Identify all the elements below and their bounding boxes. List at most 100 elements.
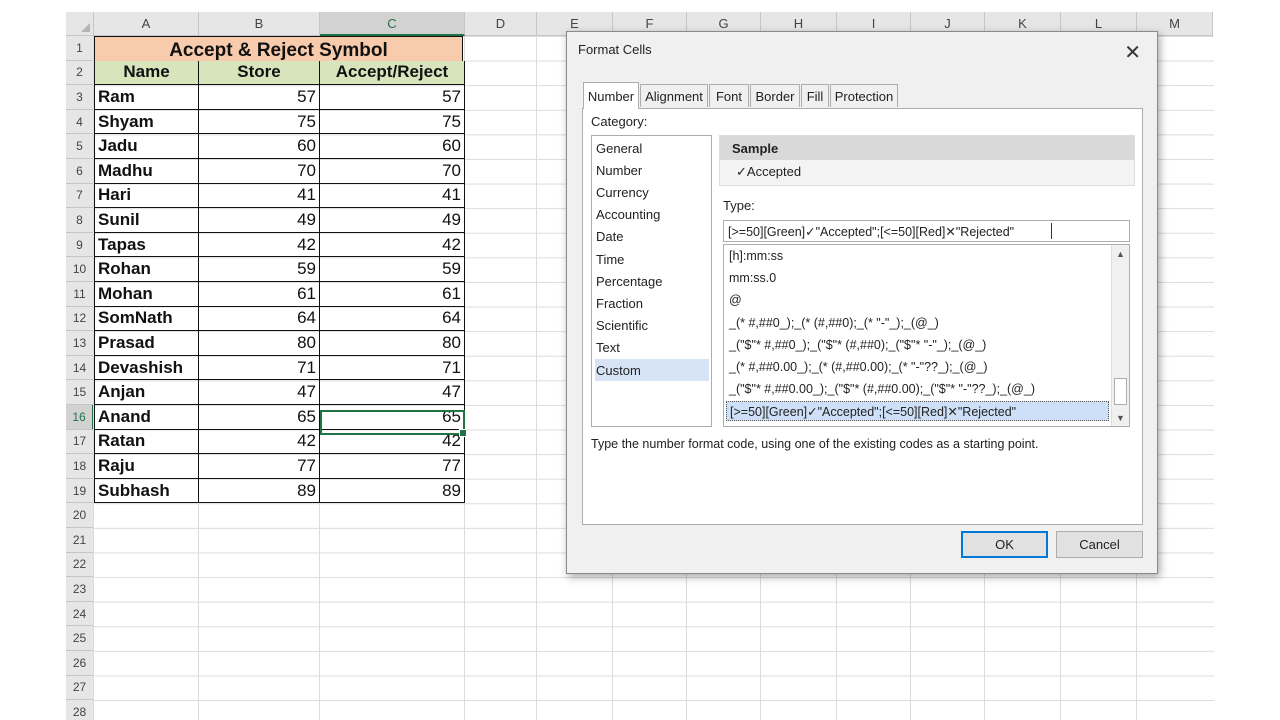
row-header-26[interactable]: 26 xyxy=(66,651,94,676)
accept-reject-cell[interactable]: 59 xyxy=(320,257,465,282)
row-header-20[interactable]: 20 xyxy=(66,503,94,528)
row-header-7[interactable]: 7 xyxy=(66,183,94,209)
accept-reject-cell[interactable]: 89 xyxy=(320,478,465,504)
row-header-16[interactable]: 16 xyxy=(66,405,94,430)
name-cell[interactable]: Tapas xyxy=(94,232,199,258)
name-cell[interactable]: Rohan xyxy=(94,257,199,282)
store-cell[interactable]: 57 xyxy=(199,85,320,110)
accept-reject-cell[interactable]: 71 xyxy=(320,355,465,381)
row-header-19[interactable]: 19 xyxy=(66,478,94,504)
ok-button[interactable]: OK xyxy=(961,531,1048,558)
accept-reject-cell[interactable]: 61 xyxy=(320,282,465,307)
type-list-item[interactable]: @ xyxy=(726,290,1109,310)
category-item-currency[interactable]: Currency xyxy=(595,181,709,203)
row-header-24[interactable]: 24 xyxy=(66,601,94,627)
accept-reject-cell[interactable]: 49 xyxy=(320,208,465,233)
row-header-11[interactable]: 11 xyxy=(66,282,94,307)
row-header-12[interactable]: 12 xyxy=(66,306,94,332)
store-cell[interactable]: 89 xyxy=(199,478,320,504)
header-cell-accept-reject[interactable]: Accept/Reject xyxy=(320,60,465,86)
accept-reject-cell[interactable]: 64 xyxy=(320,306,465,332)
accept-reject-cell[interactable]: 60 xyxy=(320,134,465,159)
name-cell[interactable]: Devashish xyxy=(94,355,199,381)
type-list-scrollbar[interactable]: ▲ ▼ xyxy=(1111,245,1129,426)
tab-protection[interactable]: Protection xyxy=(830,84,898,107)
tab-number[interactable]: Number xyxy=(583,82,639,109)
type-list-item[interactable]: _(* #,##0.00_);_(* (#,##0.00);_(* "-"??_… xyxy=(726,357,1109,377)
row-header-25[interactable]: 25 xyxy=(66,626,94,651)
accept-reject-cell[interactable]: 70 xyxy=(320,159,465,184)
category-item-accounting[interactable]: Accounting xyxy=(595,204,709,226)
category-list[interactable]: General Number Currency Accounting Date Time P… xyxy=(591,135,712,427)
name-cell[interactable]: Raju xyxy=(94,454,199,479)
type-list[interactable]: [>=50][Green]✓"Accepted";[<=50][Red]✕"Re… xyxy=(723,244,1130,427)
store-cell[interactable]: 42 xyxy=(199,429,320,455)
row-header-15[interactable]: 15 xyxy=(66,380,94,405)
name-cell[interactable]: SomNath xyxy=(94,306,199,332)
name-cell[interactable]: Madhu xyxy=(94,159,199,184)
row-header-10[interactable]: 10 xyxy=(66,257,94,282)
row-header-13[interactable]: 13 xyxy=(66,331,94,356)
store-cell[interactable]: 42 xyxy=(199,232,320,258)
store-cell[interactable]: 61 xyxy=(199,282,320,307)
row-header-1[interactable]: 1 xyxy=(66,36,94,61)
column-header-a[interactable]: A xyxy=(94,12,199,36)
scroll-down-icon[interactable]: ▼ xyxy=(1112,409,1129,426)
category-item-time[interactable]: Time xyxy=(595,248,709,270)
accept-reject-cell[interactable]: 80 xyxy=(320,331,465,356)
row-header-21[interactable]: 21 xyxy=(66,528,94,553)
type-list-item[interactable]: [>=50][Green]✓"Accepted";[<=50][Red]✕"Re… xyxy=(726,401,1109,422)
category-item-custom[interactable]: Custom xyxy=(595,359,709,381)
row-header-3[interactable]: 3 xyxy=(66,85,94,110)
tab-fill[interactable]: Fill xyxy=(801,84,829,107)
row-header-28[interactable]: 28 xyxy=(66,700,94,720)
scroll-up-icon[interactable]: ▲ xyxy=(1112,245,1129,262)
store-cell[interactable]: 49 xyxy=(199,208,320,233)
scroll-thumb[interactable] xyxy=(1114,378,1127,405)
select-all-corner[interactable] xyxy=(66,12,94,36)
type-list-item[interactable]: [h]:mm:ss xyxy=(726,246,1109,266)
type-list-item[interactable]: mm:ss.0 xyxy=(726,268,1109,288)
close-icon[interactable]: ✕ xyxy=(1124,40,1141,65)
name-cell[interactable]: Ram xyxy=(94,85,199,110)
row-header-17[interactable]: 17 xyxy=(66,429,94,455)
fill-handle[interactable] xyxy=(459,429,467,438)
header-cell-name[interactable]: Name xyxy=(94,60,199,86)
store-cell[interactable]: 80 xyxy=(199,331,320,356)
name-cell[interactable]: Jadu xyxy=(94,134,199,159)
store-cell[interactable]: 75 xyxy=(199,109,320,135)
tab-border[interactable]: Border xyxy=(750,84,800,107)
store-cell[interactable]: 65 xyxy=(199,405,320,430)
store-cell[interactable]: 41 xyxy=(199,183,320,209)
row-header-18[interactable]: 18 xyxy=(66,454,94,479)
store-cell[interactable]: 59 xyxy=(199,257,320,282)
type-input[interactable]: [>=50][Green]✓"Accepted";[<=50][Red]✕"Re… xyxy=(723,220,1130,242)
store-cell[interactable]: 70 xyxy=(199,159,320,184)
row-header-14[interactable]: 14 xyxy=(66,355,94,381)
category-item-general[interactable]: General xyxy=(595,137,709,159)
accept-reject-cell[interactable]: 75 xyxy=(320,109,465,135)
accept-reject-cell[interactable]: 77 xyxy=(320,454,465,479)
name-cell[interactable]: Anand xyxy=(94,405,199,430)
store-cell[interactable]: 71 xyxy=(199,355,320,381)
row-header-9[interactable]: 9 xyxy=(66,232,94,258)
category-item-text[interactable]: Text xyxy=(595,337,709,359)
name-cell[interactable]: Ratan xyxy=(94,429,199,455)
category-item-fraction[interactable]: Fraction xyxy=(595,292,709,314)
column-header-b[interactable]: B xyxy=(199,12,320,36)
row-header-23[interactable]: 23 xyxy=(66,577,94,602)
type-list-item[interactable]: _("$"* #,##0.00_);_("$"* (#,##0.00);_("$… xyxy=(726,379,1109,399)
category-item-number[interactable]: Number xyxy=(595,159,709,181)
accept-reject-cell[interactable]: 57 xyxy=(320,85,465,110)
tab-alignment[interactable]: Alignment xyxy=(640,84,708,107)
type-list-item[interactable]: _("$"* #,##0_);_("$"* (#,##0);_("$"* "-"… xyxy=(726,335,1109,355)
row-header-6[interactable]: 6 xyxy=(66,159,94,184)
accept-reject-cell[interactable]: 42 xyxy=(320,232,465,258)
store-cell[interactable]: 77 xyxy=(199,454,320,479)
name-cell[interactable]: Subhash xyxy=(94,478,199,504)
row-header-2[interactable]: 2 xyxy=(66,60,94,86)
type-list-item[interactable]: _(* #,##0_);_(* (#,##0);_(* "-"_);_(@_) xyxy=(726,313,1109,333)
name-cell[interactable]: Anjan xyxy=(94,380,199,405)
tab-font[interactable]: Font xyxy=(709,84,749,107)
category-item-scientific[interactable]: Scientific xyxy=(595,315,709,337)
